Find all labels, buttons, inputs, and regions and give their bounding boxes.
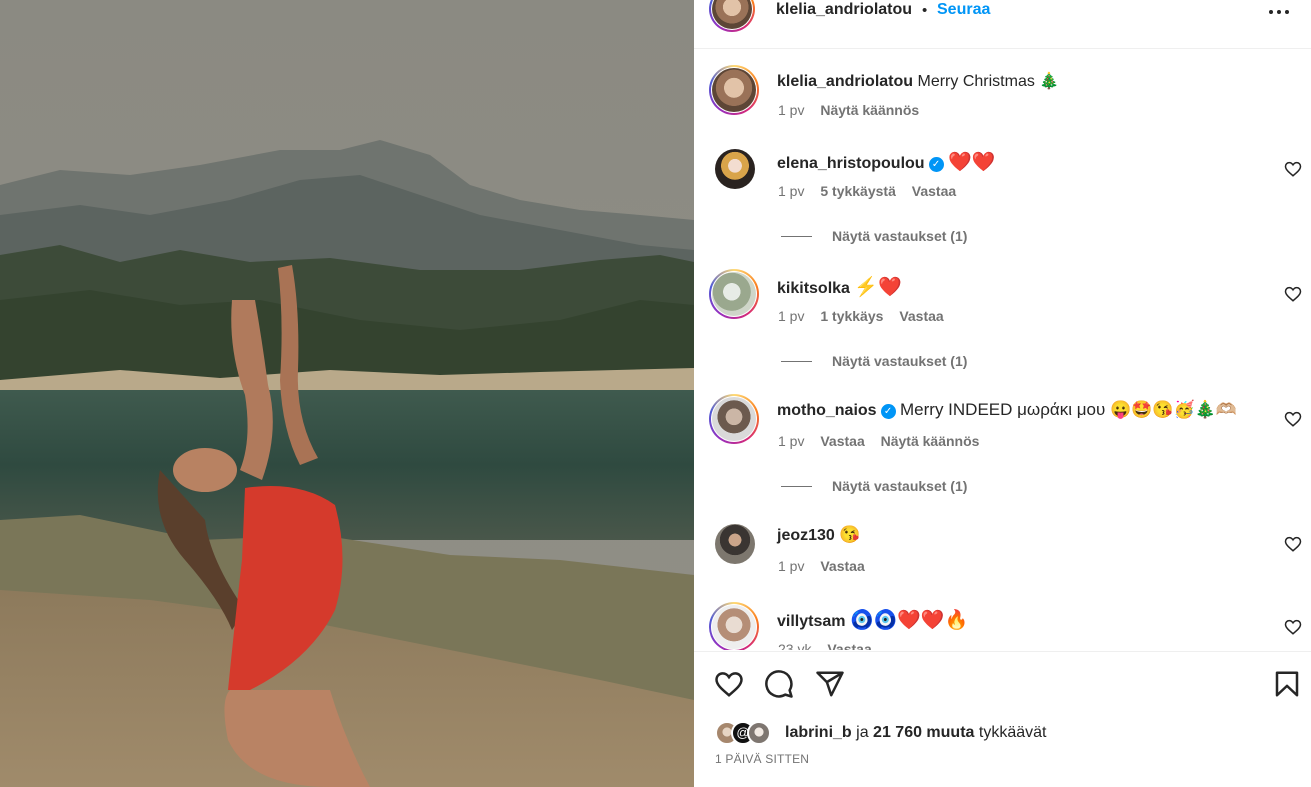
- comment-body: 🧿🧿❤️❤️🔥: [849, 610, 969, 631]
- commenter-avatar[interactable]: [709, 269, 759, 319]
- more-horizontal-icon[interactable]: [1269, 3, 1295, 21]
- comment-username[interactable]: elena_hristopoulou: [777, 155, 925, 172]
- comment-username[interactable]: jeoz130: [777, 527, 835, 544]
- comment-likes[interactable]: 1 tykkäys: [820, 308, 883, 324]
- comment-body: ⚡❤️: [854, 277, 902, 298]
- heart-outline-icon[interactable]: [714, 669, 744, 699]
- view-replies-button[interactable]: Näytä vastaukset (1): [781, 478, 967, 494]
- comment-meta: 1 pv Vastaa Näytä käännös: [778, 433, 991, 449]
- view-replies-label: Näytä vastaukset (1): [832, 353, 968, 369]
- comment-body: ❤️❤️: [948, 152, 996, 173]
- liker-avatar: [747, 721, 771, 745]
- view-replies-button[interactable]: Näytä vastaukset (1): [781, 353, 967, 369]
- first-liker[interactable]: labrini_b: [785, 724, 852, 741]
- photo-illustration: [0, 0, 694, 787]
- post-panel: klelia_andriolatou • Seuraa klelia_andri…: [694, 0, 1311, 787]
- comment-age: 1 pv: [778, 433, 805, 449]
- post-timestamp: 1 PÄIVÄ SITTEN: [715, 752, 810, 766]
- view-replies-label: Näytä vastaukset (1): [832, 478, 968, 494]
- comment-body: Merry INDEED μωράκι μου 😛🤩😘🥳🎄🫶🏼: [900, 400, 1237, 419]
- bookmark-icon[interactable]: [1272, 669, 1302, 699]
- heart-outline-icon[interactable]: [1284, 410, 1302, 428]
- reply-button[interactable]: Vastaa: [820, 433, 864, 449]
- verified-badge-icon: ✓: [880, 404, 896, 419]
- heart-outline-icon[interactable]: [1284, 535, 1302, 553]
- heart-outline-icon[interactable]: [1284, 160, 1302, 178]
- view-replies-label: Näytä vastaukset (1): [832, 228, 968, 244]
- caption-text: klelia_andriolatou Merry Christmas 🎄: [777, 71, 1059, 91]
- comment-text: kikitsolka ⚡❤️: [777, 275, 902, 299]
- comment-age: 1 pv: [778, 558, 805, 574]
- comment-age: 1 pv: [778, 183, 805, 199]
- commenter-avatar[interactable]: [715, 149, 755, 189]
- comment-likes[interactable]: 5 tykkäystä: [820, 183, 896, 199]
- likes-count[interactable]: 21 760 muuta: [873, 724, 974, 741]
- comment-age: 23 vk: [778, 641, 812, 650]
- comment-text: elena_hristopoulou ✓ ❤️❤️: [777, 150, 995, 174]
- author-avatar[interactable]: [709, 0, 755, 32]
- caption-age: 1 pv: [778, 102, 805, 118]
- comment-text: motho_naios ✓ Merry INDEED μωράκι μου 😛🤩😘…: [777, 400, 1237, 420]
- commenter-avatar[interactable]: [709, 394, 759, 444]
- verified-badge-icon: ✓: [928, 157, 944, 172]
- reply-button[interactable]: Vastaa: [899, 308, 943, 324]
- comment-meta: 1 pv 1 tykkäys Vastaa: [778, 308, 956, 324]
- heart-outline-icon[interactable]: [1284, 618, 1302, 636]
- caption-body: Merry Christmas 🎄: [917, 73, 1060, 90]
- send-icon[interactable]: [815, 669, 845, 699]
- commenter-avatar[interactable]: [709, 602, 759, 650]
- comment-meta: 1 pv Vastaa: [778, 558, 877, 574]
- reply-button[interactable]: Vastaa: [912, 183, 956, 199]
- separator-dot: •: [922, 2, 928, 19]
- translate-link[interactable]: Näytä käännös: [881, 433, 980, 449]
- caption-username[interactable]: klelia_andriolatou: [777, 73, 913, 90]
- caption-avatar[interactable]: [709, 65, 759, 115]
- post-actions: @ labrini_b ja 21 760 muuta tykkäävät 1 …: [694, 651, 1311, 787]
- comment-username[interactable]: motho_naios: [777, 402, 877, 419]
- reply-button[interactable]: Vastaa: [827, 641, 871, 650]
- caption-meta: 1 pv Näytä käännös: [778, 102, 931, 118]
- comment-icon[interactable]: [764, 669, 794, 699]
- likes-summary[interactable]: @ labrini_b ja 21 760 muuta tykkäävät: [715, 721, 1275, 747]
- post-header: klelia_andriolatou • Seuraa: [694, 0, 1311, 49]
- follow-button[interactable]: Seuraa: [937, 1, 990, 19]
- reply-button[interactable]: Vastaa: [820, 558, 864, 574]
- likes-connector: ja: [856, 724, 869, 741]
- likes-text: labrini_b ja 21 760 muuta tykkäävät: [785, 724, 1046, 742]
- comment-text: jeoz130 😘: [777, 525, 860, 545]
- comment-meta: 23 vk Vastaa: [778, 641, 884, 650]
- view-replies-button[interactable]: Näytä vastaukset (1): [781, 228, 967, 244]
- comment-text: villytsam 🧿🧿❤️❤️🔥: [777, 608, 968, 632]
- heart-outline-icon[interactable]: [1284, 285, 1302, 303]
- post-photo[interactable]: [0, 0, 694, 787]
- commenter-avatar[interactable]: [715, 524, 755, 564]
- comments-list[interactable]: klelia_andriolatou Merry Christmas 🎄 1 p…: [694, 50, 1311, 650]
- translate-link[interactable]: Näytä käännös: [820, 102, 919, 118]
- author-username[interactable]: klelia_andriolatou: [776, 1, 912, 19]
- comment-username[interactable]: villytsam: [777, 613, 845, 630]
- comment-meta: 1 pv 5 tykkäystä Vastaa: [778, 183, 968, 199]
- comment-body: 😘: [839, 525, 861, 544]
- comment-username[interactable]: kikitsolka: [777, 280, 850, 297]
- likes-suffix: tykkäävät: [978, 724, 1047, 741]
- comment-age: 1 pv: [778, 308, 805, 324]
